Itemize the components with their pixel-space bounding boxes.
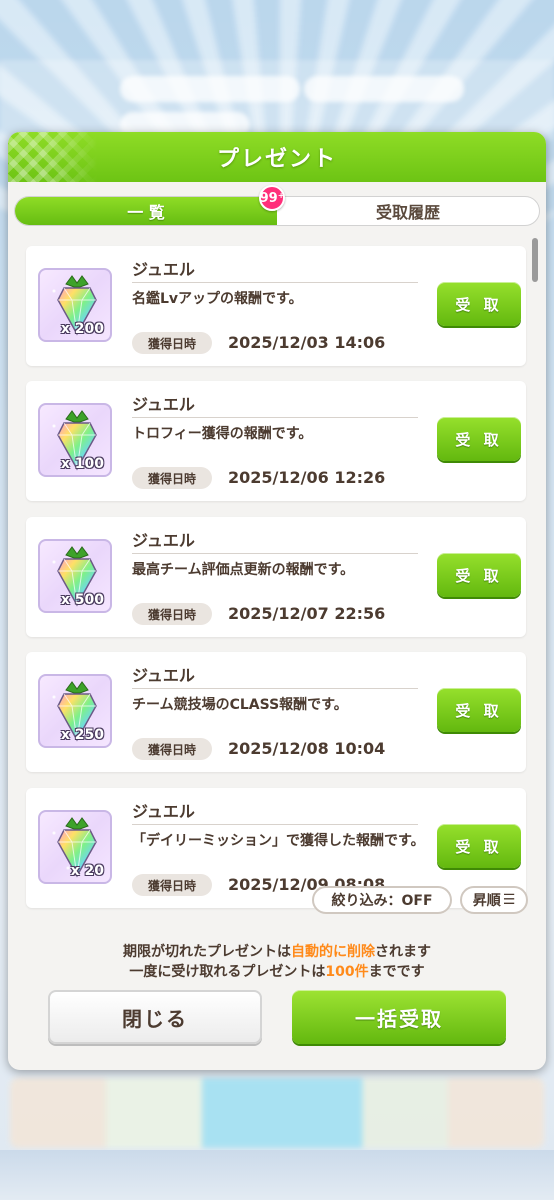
- notice-highlight: 100件: [325, 964, 369, 980]
- badge-count: 99: [259, 190, 278, 206]
- dialog-header: プレゼント: [8, 132, 546, 182]
- date-label: 獲得日時: [132, 332, 212, 354]
- background-floor: [0, 1150, 554, 1200]
- present-card: x 20 ジュエル 「デイリーミッション」で獲得した報酬です。 獲得日時 202…: [26, 788, 526, 908]
- background-currency-pill: [120, 76, 300, 102]
- notice-line-2: 一度に受け取れるプレゼントは100件までです: [8, 962, 546, 982]
- filter-button[interactable]: 絞り込み：OFF: [312, 886, 452, 914]
- acquired-date: 2025/12/06 12:26: [228, 468, 386, 487]
- background-dock: [10, 1078, 544, 1148]
- receive-button[interactable]: 受 取: [437, 417, 521, 461]
- receive-button[interactable]: 受 取: [437, 824, 521, 868]
- acquired-date: 2025/12/03 14:06: [228, 333, 386, 352]
- count-badge: 99 +: [259, 185, 285, 211]
- dialog-title: プレゼント: [216, 147, 337, 172]
- item-quantity: x 500: [60, 592, 104, 608]
- item-quantity: x 250: [60, 727, 104, 743]
- item-quantity: x 20: [70, 863, 104, 879]
- date-label: 獲得日時: [132, 874, 212, 896]
- present-dialog: プレゼント 一 覧 受取履歴 99 + x 200 ジュエル 名鑑Lvアップの報酬…: [8, 132, 546, 1070]
- background-currency-pill: [304, 76, 464, 102]
- receive-button[interactable]: 受 取: [437, 553, 521, 597]
- present-card: x 200 ジュエル 名鑑Lvアップの報酬です。 獲得日時 2025/12/03…: [26, 246, 526, 366]
- notice-text-part: 一度に受け取れるプレゼントは: [129, 964, 326, 980]
- item-quantity: x 100: [60, 456, 104, 472]
- notice-line-1: 期限が切れたプレゼントは自動的に削除されます: [8, 942, 546, 962]
- notice-highlight: 自動的に削除: [291, 944, 375, 960]
- tab-history[interactable]: 受取履歴: [277, 197, 539, 225]
- item-description: 名鑑Lvアップの報酬です。: [132, 291, 303, 307]
- divider: [132, 417, 418, 418]
- tab-bar: 一 覧 受取履歴 99 +: [14, 185, 540, 226]
- item-name: ジュエル: [132, 666, 195, 685]
- present-card: x 500 ジュエル 最高チーム評価点更新の報酬です。 獲得日時 2025/12…: [26, 517, 526, 637]
- list-scrollbar[interactable]: [532, 238, 538, 282]
- acquired-date: 2025/12/07 22:56: [228, 604, 386, 623]
- jewel-item-icon: x 500: [38, 539, 112, 613]
- notice-text-part: 期限が切れたプレゼントは: [123, 944, 291, 960]
- item-description: チーム競技場のCLASS報酬です。: [132, 697, 348, 713]
- bulk-receive-button[interactable]: 一括受取: [292, 990, 506, 1044]
- item-description: 「デイリーミッション」で獲得した報酬です。: [132, 833, 425, 849]
- close-button[interactable]: 閉じる: [48, 990, 262, 1044]
- notice-text: 期限が切れたプレゼントは自動的に削除されます 一度に受け取れるプレゼントは100…: [8, 942, 546, 982]
- divider: [132, 824, 418, 825]
- sort-button[interactable]: 昇順 ☰: [460, 886, 528, 914]
- present-card: x 250 ジュエル チーム競技場のCLASS報酬です。 獲得日時 2025/1…: [26, 652, 526, 772]
- date-label: 獲得日時: [132, 738, 212, 760]
- jewel-item-icon: x 200: [38, 268, 112, 342]
- notice-text-part: されます: [375, 944, 431, 960]
- item-name: ジュエル: [132, 395, 195, 414]
- jewel-item-icon: x 250: [38, 674, 112, 748]
- jewel-item-icon: x 20: [38, 810, 112, 884]
- sort-lines-icon: ☰: [502, 892, 516, 908]
- notice-text-part: までです: [368, 964, 425, 980]
- item-name: ジュエル: [132, 260, 195, 279]
- divider: [132, 553, 418, 554]
- divider: [132, 282, 418, 283]
- date-label: 獲得日時: [132, 467, 212, 489]
- jewel-item-icon: x 100: [38, 403, 112, 477]
- item-description: トロフィー獲得の報酬です。: [132, 426, 313, 442]
- date-label: 獲得日時: [132, 603, 212, 625]
- badge-plus: +: [277, 190, 285, 200]
- receive-button[interactable]: 受 取: [437, 282, 521, 326]
- present-card: x 100 ジュエル トロフィー獲得の報酬です。 獲得日時 2025/12/06…: [26, 381, 526, 501]
- item-name: ジュエル: [132, 531, 195, 550]
- header-pattern: [8, 132, 98, 182]
- item-name: ジュエル: [132, 802, 195, 821]
- tab-list[interactable]: 一 覧: [15, 197, 277, 225]
- divider: [132, 688, 418, 689]
- present-list[interactable]: x 200 ジュエル 名鑑Lvアップの報酬です。 獲得日時 2025/12/03…: [8, 236, 546, 936]
- acquired-date: 2025/12/08 10:04: [228, 739, 386, 758]
- item-quantity: x 200: [60, 321, 104, 337]
- sort-label: 昇順: [472, 893, 501, 909]
- receive-button[interactable]: 受 取: [437, 688, 521, 732]
- item-description: 最高チーム評価点更新の報酬です。: [132, 562, 355, 578]
